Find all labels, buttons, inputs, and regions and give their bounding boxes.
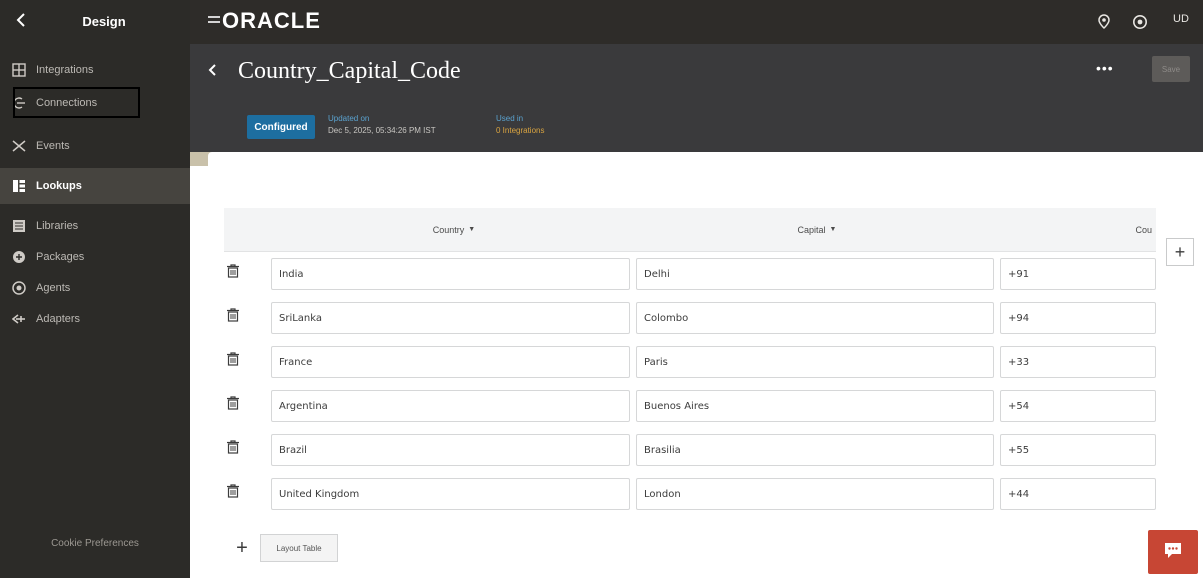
agents-icon — [12, 281, 26, 295]
sidebar-item-integrations[interactable]: Integrations — [0, 54, 190, 86]
code-cell[interactable]: +94 — [1000, 302, 1156, 334]
sidebar-item-libraries[interactable]: Libraries — [0, 210, 190, 242]
sidebar-title: Design — [82, 14, 126, 29]
delete-row-icon[interactable] — [225, 307, 247, 329]
column-header-country[interactable]: Country ▼ — [272, 208, 636, 252]
code-cell[interactable]: +91 — [1000, 258, 1156, 290]
capital-cell[interactable]: Brasilia — [636, 434, 994, 466]
used-in-label: Used in — [496, 114, 524, 123]
more-actions-button[interactable]: ••• — [1096, 60, 1114, 76]
lookups-icon — [12, 179, 26, 193]
country-cell[interactable]: Argentina — [271, 390, 630, 422]
status-badge: Configured — [247, 115, 315, 139]
capital-cell[interactable]: Colombo — [636, 302, 994, 334]
updated-on-value: Dec 5, 2025, 05:34:26 PM IST — [328, 126, 436, 135]
top-bar: ORACLE UD — [190, 0, 1203, 44]
events-icon — [12, 139, 26, 153]
sort-triangle-icon: ▼ — [829, 226, 837, 233]
sidebar-item-label: Agents — [36, 282, 71, 294]
capital-cell[interactable]: Paris — [636, 346, 994, 378]
sidebar-item-adapters[interactable]: Adapters — [0, 303, 190, 335]
country-cell[interactable]: Brazil — [271, 434, 630, 466]
capital-cell[interactable]: Buenos Aires — [636, 390, 994, 422]
lookup-table-card: Country ▼ Capital ▼ Cou + India Delhi +91 … — [208, 152, 1203, 578]
delete-row-icon[interactable] — [225, 263, 247, 285]
sidebar-header: Design — [0, 0, 190, 44]
layout-table-button[interactable]: Layout Table — [260, 534, 338, 562]
cookie-preferences-link[interactable]: Cookie Preferences — [0, 538, 190, 549]
code-cell[interactable]: +44 — [1000, 478, 1156, 510]
plus-icon: + — [236, 536, 248, 559]
column-header-capital[interactable]: Capital ▼ — [636, 208, 998, 252]
capital-cell[interactable]: London — [636, 478, 994, 510]
sidebar-item-events[interactable]: Events — [0, 130, 190, 162]
user-avatar[interactable]: UD — [1173, 13, 1189, 25]
sidebar-item-connections[interactable]: Connections — [0, 87, 190, 119]
country-cell[interactable]: United Kingdom — [271, 478, 630, 510]
help-icon[interactable] — [1132, 14, 1148, 30]
adapters-icon — [12, 312, 26, 326]
sidebar-item-label: Integrations — [36, 64, 94, 76]
sidebar: Design Integrations Connections Events L… — [0, 0, 190, 578]
connections-icon — [12, 96, 26, 110]
code-cell[interactable]: +55 — [1000, 434, 1156, 466]
back-arrow-icon[interactable] — [206, 62, 218, 83]
save-button[interactable]: Save — [1152, 56, 1190, 82]
location-icon[interactable] — [1097, 14, 1113, 30]
sidebar-item-agents[interactable]: Agents — [0, 272, 190, 304]
country-cell[interactable]: France — [271, 346, 630, 378]
table-header-spacer — [224, 208, 272, 252]
sidebar-item-label: Adapters — [36, 313, 81, 325]
capital-cell[interactable]: Delhi — [636, 258, 994, 290]
packages-icon — [12, 250, 26, 264]
sidebar-item-label: Libraries — [36, 220, 79, 232]
updated-on-label: Updated on — [328, 114, 370, 123]
add-row-button[interactable]: + — [230, 536, 254, 560]
delete-row-icon[interactable] — [225, 351, 247, 373]
sidebar-item-label: Lookups — [36, 180, 82, 192]
country-cell[interactable]: SriLanka — [271, 302, 630, 334]
delete-row-icon[interactable] — [225, 395, 247, 417]
integrations-icon — [12, 63, 26, 77]
delete-row-icon[interactable] — [225, 439, 247, 461]
code-cell[interactable]: +54 — [1000, 390, 1156, 422]
libraries-icon — [12, 219, 26, 233]
chat-bubble-icon — [1163, 541, 1183, 564]
sidebar-item-label: Connections — [36, 97, 98, 109]
plus-icon: + — [1174, 241, 1186, 262]
sidebar-item-label: Events — [36, 140, 70, 152]
sort-triangle-icon: ▼ — [468, 226, 476, 233]
column-header-label: Capital — [797, 224, 826, 235]
country-cell[interactable]: India — [271, 258, 630, 290]
sidebar-item-label: Packages — [36, 251, 85, 263]
column-header-label: Country — [432, 224, 465, 235]
page-title: Country_Capital_Code — [238, 58, 461, 84]
column-header-label: Cou — [1135, 224, 1152, 235]
sidebar-item-packages[interactable]: Packages — [0, 241, 190, 273]
sidebar-item-lookups[interactable]: Lookups — [0, 168, 190, 204]
code-cell[interactable]: +33 — [1000, 346, 1156, 378]
hamburger-icon[interactable] — [208, 12, 220, 30]
oracle-logo: ORACLE — [222, 8, 321, 33]
add-column-button[interactable]: + — [1166, 238, 1194, 266]
used-in-link[interactable]: 0 Integrations — [496, 126, 544, 135]
column-header-code[interactable]: Cou — [998, 208, 1156, 252]
chevron-left-icon[interactable] — [12, 10, 32, 30]
delete-row-icon[interactable] — [225, 483, 247, 505]
page-header: Country_Capital_Code ••• Save Configured… — [190, 44, 1203, 166]
chat-button[interactable] — [1148, 530, 1198, 574]
